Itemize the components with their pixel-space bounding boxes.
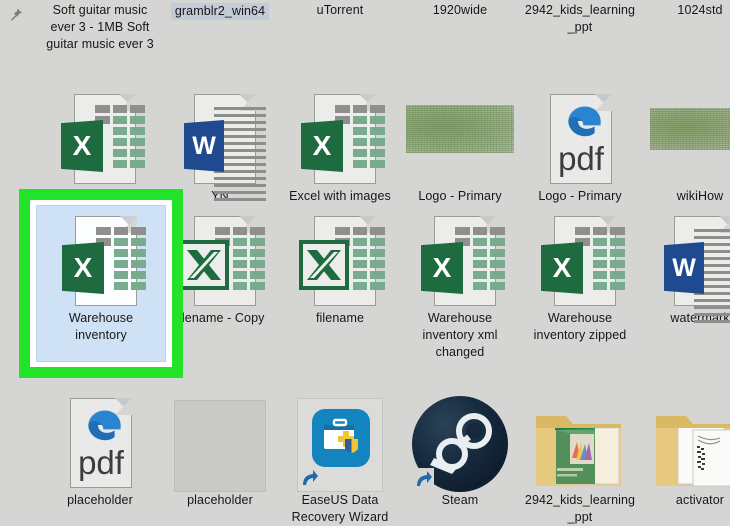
grid-cell-yn[interactable]: W YN — [160, 88, 280, 205]
file-label-placeholder-blank: placeholder — [187, 493, 253, 507]
word-w-badge: W — [664, 242, 704, 294]
steam-logo-icon — [412, 396, 508, 492]
grid-cell-1024std[interactable]: 1024std — [640, 2, 730, 19]
grid-cell-warehouse-zipped[interactable]: X Warehouse inventory zipped — [520, 210, 640, 344]
file-label-logo-primary-b: Logo - Primary — [538, 189, 622, 203]
gray-placeholder-box — [174, 400, 266, 492]
grid-cell-kids-ppt[interactable]: 2942_kids_learning_ppt — [520, 2, 640, 36]
excel-file-icon: X — [40, 88, 160, 188]
shortcut-arrow-icon — [298, 467, 320, 489]
grid-cell-1920wide[interactable]: 1920wide — [400, 2, 520, 19]
file-label-kids-ppt: 2942_kids_learning_ppt — [524, 3, 636, 34]
pin-icon — [11, 8, 22, 21]
file-label-warehouse-inventory: Warehouse inventory — [68, 311, 134, 342]
pdf-file-icon: pdf — [520, 88, 640, 188]
grid-cell-steam[interactable]: Steam — [400, 392, 520, 509]
file-label-gramblr: gramblr2_win64 — [170, 3, 270, 20]
file-label-utorrent: uTorrent — [316, 3, 364, 17]
folder-icon — [520, 392, 640, 492]
easeus-logo-icon — [312, 409, 370, 467]
file-label-warehouse-zipped: Warehouse inventory zipped — [533, 311, 627, 342]
grid-cell-activator-folder[interactable]: activator — [640, 392, 730, 509]
word-w-badge: W — [184, 120, 224, 172]
excel-x-badge: X — [62, 242, 104, 294]
excel-legacy-file-icon — [160, 210, 280, 310]
file-label-warehouse-xml-changed: Warehouse inventory xml changed — [422, 311, 498, 359]
word-file-icon: W — [160, 88, 280, 201]
file-label-filename: filename — [315, 311, 365, 325]
grid-cell-watermark[interactable]: W watermark — [640, 210, 730, 327]
file-label-logo-primary-a: Logo - Primary — [418, 189, 502, 203]
excel-x-badge: X — [541, 242, 583, 294]
grid-cell-easeus[interactable]: EaseUS Data Recovery Wizard — [280, 392, 400, 526]
file-label-kids-ppt-folder: 2942_kids_learning_ppt — [524, 493, 636, 524]
excel-x-badge: X — [421, 242, 463, 294]
file-label-activator-folder: activator — [675, 493, 725, 507]
desktop-file-grid[interactable]: Soft guitar music ever 3 - 1MB Soft guit… — [0, 0, 730, 524]
pdf-label-text: pdf — [558, 140, 604, 177]
file-label-steam: Steam — [441, 493, 479, 507]
excel-file-icon: X — [400, 210, 520, 310]
excel-legacy-x-badge — [179, 240, 229, 290]
grid-cell-filename[interactable]: filename — [280, 210, 400, 327]
grid-cell-warehouse-xml-changed[interactable]: X Warehouse inventory xml changed — [400, 210, 520, 361]
file-label-placeholder-pdf: placeholder — [67, 493, 133, 507]
grid-cell-excel-with-images[interactable]: X Excel with images — [280, 88, 400, 205]
file-label-filename-copy: filename - Copy — [175, 311, 265, 325]
grid-cell-logo-primary-a[interactable]: Logo - Primary — [400, 88, 520, 205]
grid-cell-logo-primary-b[interactable]: pdf Logo - Primary — [520, 88, 640, 205]
excel-x-badge: X — [301, 120, 343, 172]
file-label-easeus: EaseUS Data Recovery Wizard — [291, 493, 389, 524]
excel-file-icon: X — [280, 88, 400, 188]
grid-cell-gramblr[interactable]: gramblr2_win64 — [160, 2, 280, 20]
grid-cell-placeholder-blank[interactable]: placeholder — [160, 392, 280, 509]
grid-cell-placeholder-pdf[interactable]: pdf placeholder — [40, 392, 160, 509]
grid-cell-soft-guitar[interactable]: Soft guitar music ever 3 - 1MB Soft guit… — [40, 2, 160, 53]
pdf-label-text: pdf — [78, 444, 124, 481]
file-label-wikihow: wikiHow — [676, 189, 724, 203]
shortcut-arrow-icon — [412, 468, 434, 490]
grid-cell-wikihow[interactable]: wikiHow — [640, 88, 730, 205]
excel-legacy-x-badge — [299, 240, 349, 290]
easeus-app-icon — [280, 392, 400, 492]
grid-cell-excel-unnamed[interactable]: X — [40, 88, 160, 188]
steam-app-icon — [400, 392, 520, 492]
excel-legacy-file-icon — [280, 210, 400, 310]
logo-image-preview — [406, 105, 514, 153]
image-thumbnail — [640, 88, 730, 188]
file-label-excel-with-images: Excel with images — [289, 189, 391, 203]
blank-thumbnail — [160, 392, 280, 492]
grid-cell-kids-ppt-folder[interactable]: 2942_kids_learning_ppt — [520, 392, 640, 526]
image-thumbnail — [400, 88, 520, 188]
file-label-1024std: 1024std — [677, 3, 723, 17]
grid-cell-utorrent[interactable]: uTorrent — [280, 2, 400, 19]
wikihow-image-preview — [650, 108, 730, 150]
excel-x-badge: X — [61, 120, 103, 172]
pdf-file-icon: pdf — [40, 392, 160, 492]
excel-file-icon: X — [520, 210, 640, 310]
excel-file-icon: X — [41, 210, 161, 310]
grid-cell-filename-copy[interactable]: filename - Copy — [160, 210, 280, 327]
word-file-icon: W — [640, 210, 730, 323]
folder-icon — [640, 392, 730, 492]
file-label-1920wide: 1920wide — [432, 3, 488, 17]
grid-cell-warehouse-inventory[interactable]: X Warehouse inventory — [41, 210, 161, 344]
file-label-soft-guitar: Soft guitar music ever 3 - 1MB Soft guit… — [46, 3, 154, 51]
